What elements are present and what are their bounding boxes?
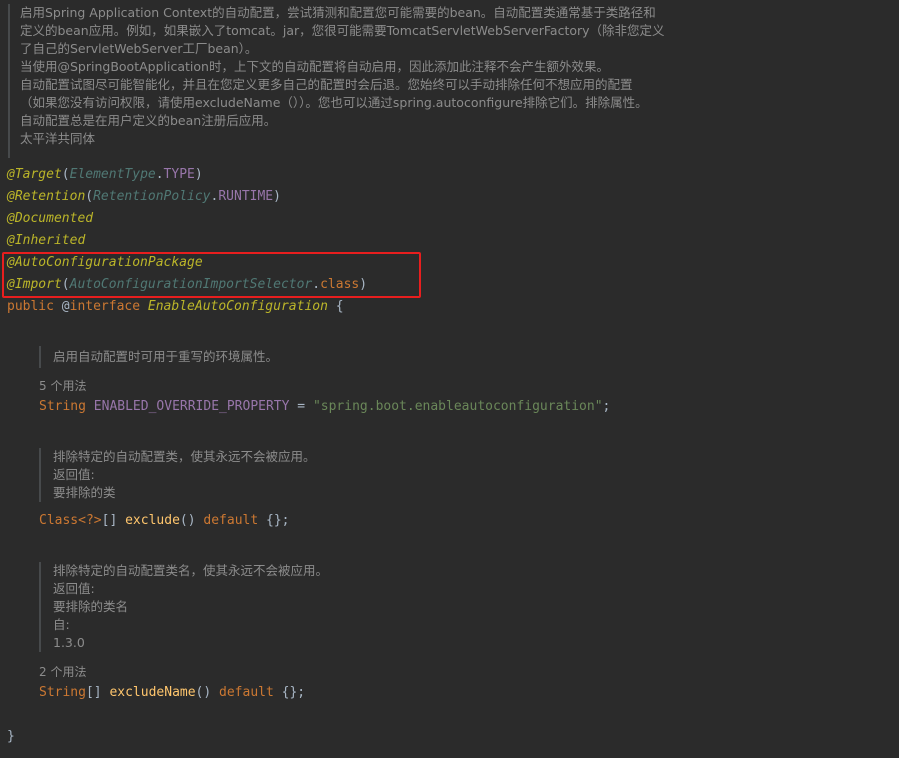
default-value: {};: [258, 513, 290, 528]
doc-line: 返回值:: [53, 467, 95, 482]
annotation: @Inherited: [7, 233, 86, 248]
doc-line: 太平洋共同体: [20, 131, 96, 146]
close-brace: }: [7, 729, 15, 744]
doc-line: 返回值:: [53, 581, 95, 596]
doc-line: 当使用@SpringBootApplication时，上下文的自动配置将自动启用…: [20, 59, 609, 74]
doc-line: （如果您没有访问权限，请使用excludeName（））。您也可以通过sprin…: [20, 95, 648, 110]
doc-line: 自:: [53, 617, 70, 632]
doc-line: 自动配置总是在用户定义的bean注册后应用。: [20, 113, 277, 128]
code-line-close-brace[interactable]: }: [7, 726, 15, 748]
default-value: {};: [273, 685, 306, 700]
doc-line: 排除特定的自动配置类，使其永远不会被应用。: [53, 449, 316, 464]
enum-constant: TYPE: [163, 167, 195, 182]
type-name: RetentionPolicy: [93, 189, 211, 204]
doc-line: 要排除的类: [53, 485, 116, 500]
keyword: public: [7, 299, 54, 314]
doc-line: 排除特定的自动配置类名，使其永远不会被应用。: [53, 563, 329, 578]
doc-line: 定义的bean应用。例如，如果嵌入了tomcat。jar，您很可能需要Tomca…: [20, 23, 665, 38]
usage-count[interactable]: 2 个用法: [39, 663, 86, 680]
semicolon: ;: [602, 399, 611, 414]
array-brackets: []: [85, 685, 110, 700]
string-literal: "spring.boot.enableautoconfiguration": [312, 399, 603, 414]
type-name: String: [39, 399, 86, 414]
generic: <?>: [78, 513, 102, 528]
method-name: exclude: [125, 513, 180, 528]
code-line-interface-decl[interactable]: public @interface EnableAutoConfiguratio…: [7, 296, 344, 318]
code-line-exclude-name[interactable]: String[] excludeName() default {};: [39, 682, 305, 704]
annotation: @Target: [7, 167, 62, 182]
open-brace: {: [335, 299, 344, 314]
highlight-box: [2, 252, 421, 298]
doc-line: 要排除的类名: [53, 599, 129, 614]
array-brackets: []: [101, 513, 126, 528]
code-line-inherited[interactable]: @Inherited: [7, 230, 85, 252]
code-line-documented[interactable]: @Documented: [7, 208, 93, 230]
code-line-retention[interactable]: @Retention(RetentionPolicy.RUNTIME): [7, 186, 281, 208]
code-line-override-property[interactable]: String ENABLED_OVERRIDE_PROPERTY = "spri…: [39, 396, 610, 418]
keyword: interface: [69, 299, 141, 314]
doc-line: 启用Spring Application Context的自动配置，尝试猜测和配…: [20, 5, 656, 20]
method-name: excludeName: [109, 685, 196, 700]
field-name: ENABLED_OVERRIDE_PROPERTY: [93, 399, 290, 414]
annotation: @Retention: [7, 189, 86, 204]
member-javadoc: 排除特定的自动配置类名，使其永远不会被应用。 返回值: 要排除的类名 自: 1.…: [39, 562, 328, 652]
doc-line: 1.3.0: [53, 635, 85, 650]
type-name: Class: [39, 513, 79, 528]
doc-line: 启用自动配置时可用于重写的环境属性。: [53, 349, 279, 364]
parens: (): [179, 513, 204, 528]
doc-line: 了自己的ServletWebServer工厂bean）。: [20, 41, 258, 56]
keyword: default: [219, 685, 274, 700]
class-javadoc: 启用Spring Application Context的自动配置，尝试猜测和配…: [8, 4, 888, 158]
member-javadoc: 排除特定的自动配置类，使其永远不会被应用。 返回值: 要排除的类: [39, 448, 316, 502]
usage-count[interactable]: 5 个用法: [39, 377, 86, 394]
enum-constant: RUNTIME: [218, 189, 274, 204]
type-name: ElementType: [69, 167, 156, 182]
parens: (): [195, 685, 220, 700]
code-line-target[interactable]: @Target(ElementType.TYPE): [7, 164, 203, 186]
member-javadoc: 启用自动配置时可用于重写的环境属性。: [39, 346, 278, 368]
code-line-exclude[interactable]: Class<?>[] exclude() default {};: [39, 510, 290, 532]
annotation: @Documented: [7, 211, 94, 226]
doc-line: 自动配置试图尽可能智能化，并且在您定义更多自己的配置时会后退。您始终可以手动排除…: [20, 77, 633, 92]
type-name: String: [39, 685, 86, 700]
keyword: default: [203, 513, 259, 528]
at-sign: @: [61, 299, 70, 314]
interface-name: EnableAutoConfiguration: [147, 299, 328, 314]
operator: =: [289, 399, 313, 414]
